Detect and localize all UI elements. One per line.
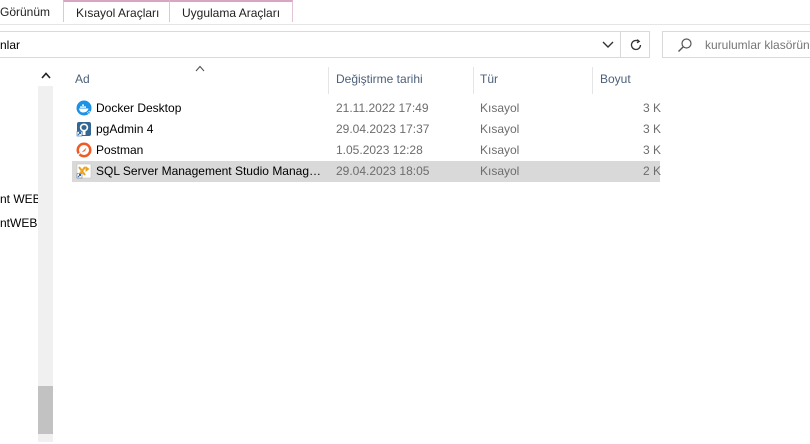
scroll-up-icon[interactable] xyxy=(38,67,53,84)
pgadmin-icon xyxy=(76,121,92,137)
ssms-icon xyxy=(76,163,92,179)
file-size: 2 K xyxy=(643,164,662,178)
file-type: Kısayol xyxy=(480,164,520,178)
file-size: 3 K xyxy=(643,122,662,136)
tab-uygulama-araclari[interactable]: Uygulama Araçları xyxy=(169,0,294,22)
column-separator[interactable] xyxy=(328,67,329,94)
file-type: Kısayol xyxy=(480,122,520,136)
chevron-down-icon[interactable] xyxy=(597,32,619,57)
file-type: Kısayol xyxy=(480,101,520,115)
file-name: pgAdmin 4 xyxy=(96,122,154,136)
tab-kisayol-araclari[interactable]: Kısayol Araçları xyxy=(63,0,173,22)
file-size: 3 K xyxy=(643,101,662,115)
file-row-docker-desktop[interactable]: Docker Desktop 21.11.2022 17:49 Kısayol … xyxy=(72,98,662,119)
file-row-ssms[interactable]: SQL Server Management Studio Manage... 2… xyxy=(72,161,662,182)
docker-icon xyxy=(76,100,92,116)
column-header-size[interactable]: Boyut xyxy=(600,64,631,94)
refresh-icon[interactable] xyxy=(620,32,650,57)
file-name: Postman xyxy=(96,143,144,157)
file-type: Kısayol xyxy=(480,143,520,157)
file-size: 3 K xyxy=(643,143,662,157)
column-header-date[interactable]: Değiştirme tarihi xyxy=(336,64,423,94)
file-date: 29.04.2023 17:37 xyxy=(336,122,430,136)
nav-item-2[interactable]: ntWEB xyxy=(0,216,37,230)
nav-item-1[interactable]: nt WEB xyxy=(0,192,41,206)
sort-ascending-icon xyxy=(195,64,205,75)
column-header-type[interactable]: Tür xyxy=(480,64,498,94)
column-separator[interactable] xyxy=(592,67,593,94)
file-date: 21.11.2022 17:49 xyxy=(336,101,429,115)
file-row-postman[interactable]: Postman 1.05.2023 12:28 Kısayol 3 K xyxy=(72,140,662,161)
file-name: SQL Server Management Studio Manage... xyxy=(96,164,322,178)
nav-scrollbar-thumb[interactable] xyxy=(38,386,53,434)
file-list: Ad Değiştirme tarihi Tür Boyut Docker De… xyxy=(70,64,662,444)
postman-icon xyxy=(76,142,92,158)
file-row-pgadmin[interactable]: pgAdmin 4 29.04.2023 17:37 Kısayol 3 K xyxy=(72,119,662,140)
ribbon-tabs: Görünüm Kısayol Araçları Uygulama Araçla… xyxy=(0,0,810,25)
column-separator[interactable] xyxy=(473,67,474,94)
address-path[interactable]: nlar xyxy=(0,38,20,52)
file-name: Docker Desktop xyxy=(96,101,182,115)
column-header-name[interactable]: Ad xyxy=(75,64,90,94)
address-bar[interactable]: nlar xyxy=(0,31,650,58)
search-box[interactable] xyxy=(662,31,810,58)
search-input[interactable] xyxy=(705,38,810,52)
search-icon xyxy=(677,37,693,53)
file-date: 1.05.2023 12:28 xyxy=(336,143,423,157)
file-date: 29.04.2023 18:05 xyxy=(336,164,430,178)
tab-gorunum[interactable]: Görünüm xyxy=(0,0,50,24)
